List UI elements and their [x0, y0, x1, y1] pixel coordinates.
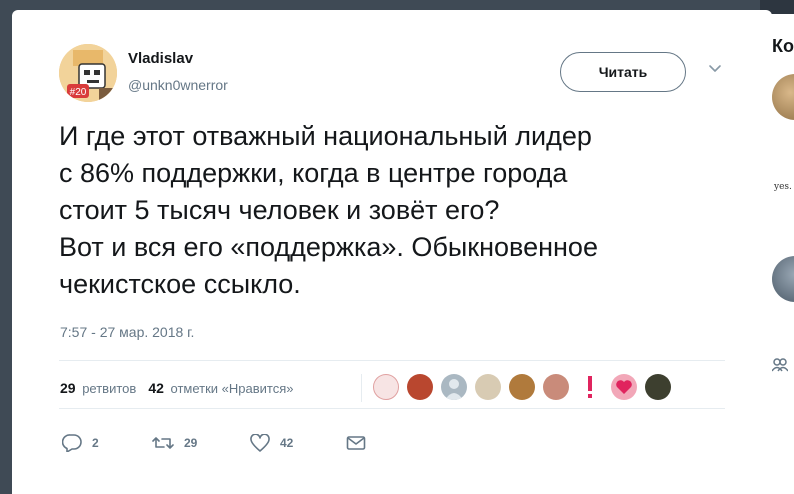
liker-avatar[interactable]: [611, 374, 637, 400]
retweets-count: 29: [60, 380, 76, 396]
liker-avatar[interactable]: [407, 374, 433, 400]
liker-avatar[interactable]: [475, 374, 501, 400]
likes-stat[interactable]: 42 отметки «Нравится»: [148, 380, 293, 396]
divider: [59, 360, 725, 361]
likes-label: отметки «Нравится»: [170, 381, 294, 396]
author-name[interactable]: Vladislav: [128, 50, 193, 67]
retweets-stat[interactable]: 29 ретвитов: [60, 380, 136, 396]
sidebar-card-text: yes.: [774, 182, 792, 192]
people-icon: [771, 358, 789, 375]
reply-count: 2: [92, 436, 99, 450]
likes-count: 42: [148, 380, 164, 396]
reply-button[interactable]: 2: [62, 434, 152, 452]
tweet-header: #20 Vladislav @unkn0wnerror Читать: [59, 44, 725, 104]
sidebar-card[interactable]: yes.: [770, 174, 794, 214]
retweet-count: 29: [184, 436, 198, 450]
retweet-icon: [152, 435, 174, 451]
liker-avatar[interactable]: [543, 374, 569, 400]
divider: [59, 408, 725, 409]
like-button[interactable]: 42: [250, 434, 346, 452]
liker-avatar[interactable]: [645, 374, 671, 400]
direct-message-button[interactable]: [346, 435, 366, 451]
follow-button[interactable]: Читать: [560, 52, 686, 92]
tweet-text: И где этот отважный национальный лидер с…: [59, 121, 598, 299]
avatar-badge: #20: [70, 87, 87, 98]
tweet-timestamp[interactable]: 7:57 - 27 мар. 2018 г.: [60, 324, 194, 340]
chevron-down-icon[interactable]: [707, 60, 723, 76]
liker-avatar[interactable]: [441, 374, 467, 400]
heart-icon: [250, 434, 270, 452]
tweet-card: #20 Vladislav @unkn0wnerror Читать И где…: [12, 10, 772, 494]
liker-avatar[interactable]: [509, 374, 535, 400]
avatar[interactable]: #20: [59, 44, 117, 102]
reply-icon: [62, 434, 82, 452]
likers-avatars: [373, 374, 679, 400]
retweets-label: ретвитов: [82, 381, 137, 396]
exclamation-icon[interactable]: [577, 374, 603, 400]
tweet-stats: 29 ретвитов 42 отметки «Нравится»: [60, 376, 306, 400]
envelope-icon: [346, 435, 366, 451]
stats-divider: [361, 374, 362, 402]
retweet-button[interactable]: 29: [152, 435, 250, 451]
like-count: 42: [280, 436, 294, 450]
sidebar-title: Ко: [772, 36, 794, 56]
tweet-actions: 2 29 42: [62, 431, 366, 455]
author-handle[interactable]: @unkn0wnerror: [128, 77, 228, 93]
liker-avatar[interactable]: [373, 374, 399, 400]
